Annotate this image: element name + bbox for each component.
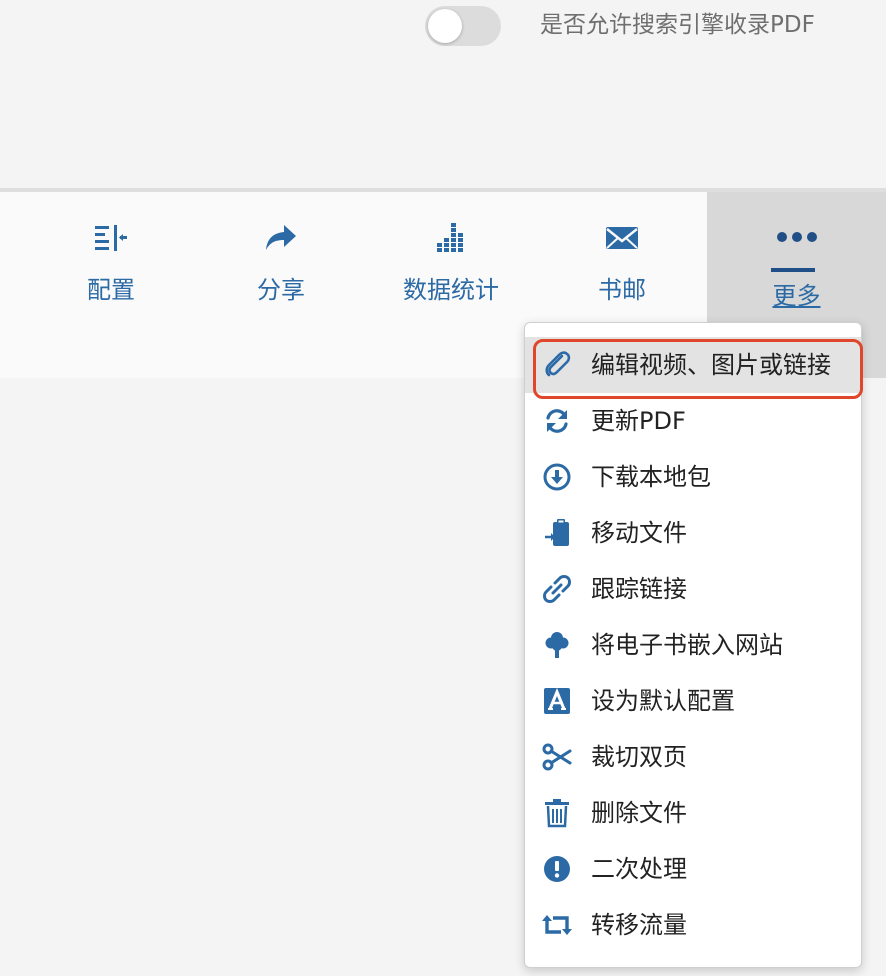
menu-item-label: 删除文件 (591, 799, 687, 827)
font-a-icon (544, 688, 570, 714)
menu-item-delete-file[interactable]: 删除文件 (525, 785, 861, 841)
menu-item-edit-media[interactable]: 编辑视频、图片或链接 (525, 337, 861, 393)
toolbar-statistics-button[interactable]: 数据统计 (376, 192, 526, 322)
menu-item-label: 将电子书嵌入网站 (591, 631, 783, 659)
menu-item-embed-ebook[interactable]: 将电子书嵌入网站 (525, 617, 861, 673)
search-index-label: 是否允许搜索引擎收录PDF (540, 12, 815, 38)
toolbar-share-button[interactable]: 分享 (206, 192, 356, 322)
paperclip-icon (545, 351, 571, 377)
more-active-indicator (771, 268, 815, 272)
menu-item-download-package[interactable]: 下载本地包 (525, 449, 861, 505)
mail-icon (606, 227, 638, 249)
toolbar-mail-label: 书邮 (598, 276, 646, 304)
share-icon (266, 225, 296, 250)
menu-item-transfer-traffic[interactable]: 转移流量 (525, 897, 861, 953)
menu-item-label: 更新PDF (591, 407, 686, 435)
toolbar-configure-button[interactable]: 配置 (36, 192, 186, 322)
toolbar-statistics-label: 数据统计 (403, 276, 499, 304)
move-file-icon (545, 519, 569, 546)
menu-item-label: 转移流量 (591, 911, 687, 939)
menu-item-label: 移动文件 (591, 519, 687, 547)
link-icon (543, 575, 571, 603)
menu-item-move-file[interactable]: 移动文件 (525, 505, 861, 561)
more-dots-icon (776, 232, 817, 242)
retweet-icon (542, 915, 572, 935)
menu-item-reprocess[interactable]: 二次处理 (525, 841, 861, 897)
toolbar-configure-label: 配置 (87, 276, 135, 304)
menu-item-track-link[interactable]: 跟踪链接 (525, 561, 861, 617)
toolbar-share-label: 分享 (257, 276, 305, 304)
menu-item-set-default-config[interactable]: 设为默认配置 (525, 673, 861, 729)
toolbar-mail-button[interactable]: 书邮 (547, 192, 697, 322)
menu-item-label: 下载本地包 (591, 463, 711, 491)
search-index-toggle[interactable] (425, 6, 501, 46)
statistics-icon (437, 223, 463, 252)
configure-icon (95, 225, 127, 251)
menu-item-label: 跟踪链接 (591, 575, 687, 603)
more-dropdown-menu: 编辑视频、图片或链接 更新PDF 下载本地包 移动文件 跟踪链接 将电子书嵌入网… (524, 322, 862, 968)
menu-item-update-pdf[interactable]: 更新PDF (525, 393, 861, 449)
exclamation-icon (544, 856, 570, 882)
menu-item-label: 裁切双页 (591, 743, 687, 771)
tree-icon (545, 632, 569, 658)
menu-item-label: 设为默认配置 (591, 687, 735, 715)
refresh-icon (546, 409, 568, 433)
trash-icon (545, 799, 569, 828)
toggle-knob (428, 9, 462, 43)
toolbar-more-label: 更多 (772, 282, 821, 310)
menu-item-label: 二次处理 (591, 855, 687, 883)
download-icon (543, 463, 571, 491)
menu-item-label: 编辑视频、图片或链接 (591, 351, 831, 379)
menu-item-crop-spread[interactable]: 裁切双页 (525, 729, 861, 785)
scissors-icon (542, 743, 572, 771)
